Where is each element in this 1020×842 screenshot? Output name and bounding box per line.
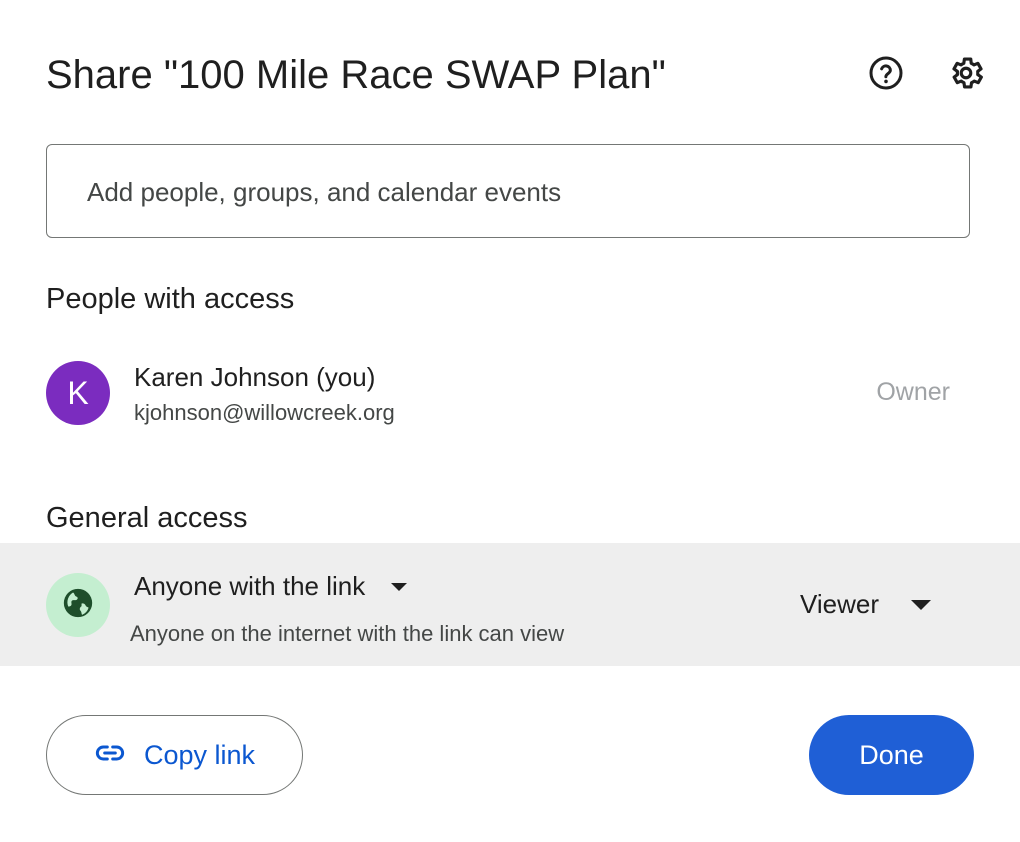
link-icon [94, 737, 126, 774]
general-access-row: Anyone with the link Anyone on the inter… [0, 543, 1020, 666]
link-scope-dropdown[interactable]: Anyone with the link [134, 571, 408, 602]
person-email: kjohnson@willowcreek.org [134, 400, 395, 425]
copy-link-label: Copy link [143, 739, 256, 770]
chevron-down-icon [911, 599, 932, 610]
done-button[interactable]: Done [809, 715, 974, 795]
settings-button[interactable] [944, 53, 988, 97]
person-role: Owner [876, 378, 950, 406]
help-circle-icon [868, 55, 904, 96]
globe-icon [61, 586, 95, 625]
link-role-dropdown[interactable]: Viewer [800, 589, 932, 620]
link-scope-label: Anyone with the link [134, 571, 366, 601]
dialog-title: Share "100 Mile Race SWAP Plan" [46, 53, 666, 97]
copy-link-button[interactable]: Copy link [46, 715, 303, 795]
chevron-down-icon [391, 582, 408, 591]
person-name: Karen Johnson (you) [134, 362, 376, 392]
globe-badge [46, 573, 110, 637]
gear-icon [947, 54, 985, 97]
people-with-access-heading: People with access [46, 283, 295, 315]
add-people-field[interactable] [46, 144, 970, 239]
help-button[interactable] [864, 53, 908, 97]
share-dialog: Share "100 Mile Race SWAP Plan" People w… [0, 0, 1020, 842]
link-scope-description: Anyone on the internet with the link can… [130, 621, 565, 646]
avatar: K [46, 361, 110, 425]
add-people-input[interactable] [87, 145, 947, 239]
general-access-heading: General access [46, 502, 248, 534]
link-role-label: Viewer [800, 589, 880, 619]
